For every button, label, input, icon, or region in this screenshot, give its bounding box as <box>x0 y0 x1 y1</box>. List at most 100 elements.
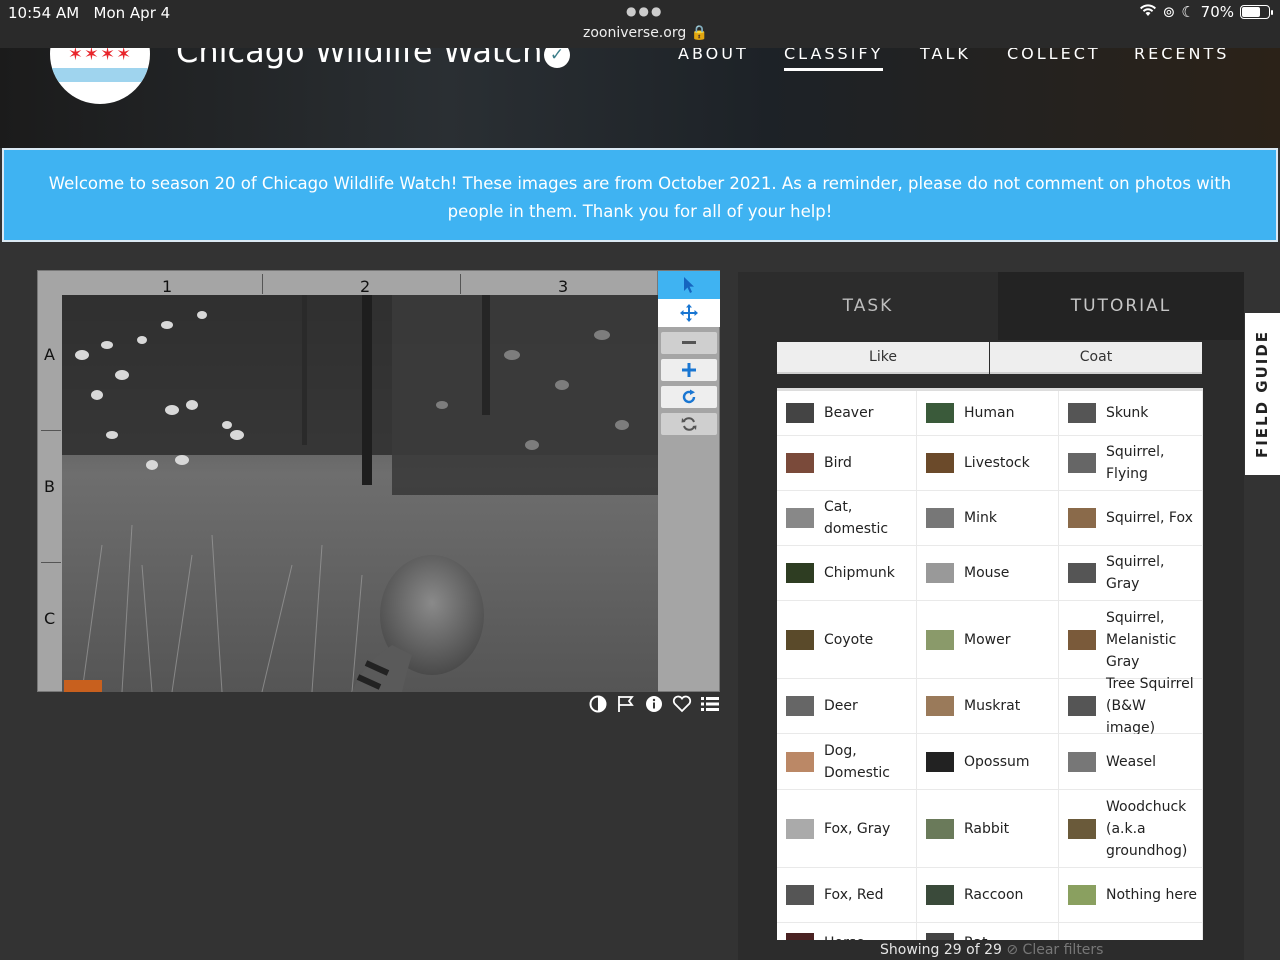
field-guide-tab[interactable]: FIELD GUIDE <box>1245 313 1280 475</box>
nav-classify[interactable]: CLASSIFY <box>784 48 884 71</box>
choice-squirrel-melanistic-gray[interactable]: Squirrel, Melanistic Gray <box>1059 601 1203 679</box>
choice-label: Livestock <box>964 455 1030 471</box>
zoom-out-button[interactable] <box>661 332 717 354</box>
choice-label: Squirrel, Fox <box>1106 510 1193 526</box>
subject-viewer: 1 2 3 A B C <box>37 270 658 692</box>
choice-nothing-here[interactable]: Nothing here <box>1059 868 1203 923</box>
choice-squirrel-fox[interactable]: Squirrel, Fox <box>1059 491 1203 546</box>
collections-icon[interactable] <box>700 694 720 714</box>
choice-thumbnail <box>926 563 954 583</box>
choice-thumbnail <box>926 885 954 905</box>
nav-collect[interactable]: COLLECT <box>1007 48 1101 63</box>
choice-beaver[interactable]: Beaver <box>777 391 917 436</box>
status-bar: 10:54 AM Mon Apr 4 ●●● zooniverse.org 🔒 … <box>0 0 1280 48</box>
choice-thumbnail <box>786 508 814 528</box>
nav-recents[interactable]: RECENTS <box>1134 48 1229 63</box>
choice-thumbnail <box>786 403 814 423</box>
invert-icon[interactable] <box>588 694 608 714</box>
lock-icon: 🔒 <box>690 25 709 41</box>
results-count: Showing 29 of 29 ⊘ Clear filters <box>880 942 1104 958</box>
choice-squirrel-gray[interactable]: Squirrel, Gray <box>1059 546 1203 601</box>
choice-horse[interactable]: Horse <box>777 923 917 940</box>
project-logo[interactable]: ✶✶✶✶ <box>50 48 150 104</box>
filter-coat-button[interactable]: Coat <box>990 342 1202 374</box>
choice-thumbnail <box>1068 403 1096 423</box>
camera-trap-image[interactable] <box>62 295 658 692</box>
choice-label: Cat, domestic <box>824 499 889 537</box>
nav-talk[interactable]: TALK <box>920 48 971 63</box>
choice-fox-gray[interactable]: Fox, Gray <box>777 790 917 868</box>
clear-filters-link[interactable]: ⊘ Clear filters <box>1006 942 1103 958</box>
choice-label: Fox, Gray <box>824 820 891 837</box>
choice-label: Muskrat <box>964 698 1021 714</box>
tab-task[interactable]: TASK <box>738 272 998 340</box>
choice-label: Mower <box>964 631 1011 648</box>
choice-mink[interactable]: Mink <box>917 491 1059 546</box>
zoom-out-icon <box>682 341 696 344</box>
choice-thumbnail <box>926 403 954 423</box>
filter-like-button[interactable]: Like <box>777 342 989 374</box>
choice-squirrel-flying[interactable]: Squirrel, Flying <box>1059 436 1203 491</box>
choice-bird[interactable]: Bird <box>777 436 917 491</box>
battery-percent: 70% <box>1200 3 1234 21</box>
choice-chipmunk[interactable]: Chipmunk <box>777 546 917 601</box>
nav-about[interactable]: ABOUT <box>678 48 749 63</box>
choice-thumbnail <box>1068 629 1096 650</box>
choice-woodchuck-a-k-a-groundhog[interactable]: Woodchuck (a.k.a groundhog) <box>1059 790 1203 868</box>
verified-icon: ✓ <box>544 48 570 68</box>
rotate-button[interactable] <box>661 386 717 408</box>
choice-raccoon[interactable]: Raccoon <box>917 868 1059 923</box>
choice-label: Nothing here <box>1106 887 1198 903</box>
choice-rabbit[interactable]: Rabbit <box>917 790 1059 868</box>
choice-skunk[interactable]: Skunk <box>1059 391 1203 436</box>
move-tool-button[interactable] <box>658 299 720 327</box>
choice-rat[interactable]: Rat <box>917 923 1059 940</box>
zoom-in-button[interactable] <box>661 359 717 381</box>
rotate-icon <box>682 389 696 404</box>
choice-mower[interactable]: Mower <box>917 601 1059 679</box>
choice-thumbnail <box>926 508 954 528</box>
move-icon <box>680 304 698 322</box>
grid-column-label: 2 <box>360 277 371 296</box>
flag-icon[interactable] <box>616 694 636 714</box>
tab-tutorial[interactable]: TUTORIAL <box>998 272 1244 340</box>
wifi-icon <box>1139 3 1157 21</box>
tab-options-icon[interactable]: ●●● <box>626 4 663 18</box>
announcement-banner: Welcome to season 20 of Chicago Wildlife… <box>2 148 1278 242</box>
choice-thumbnail <box>926 818 954 839</box>
choice-thumbnail <box>786 696 814 716</box>
choice-dog-domestic[interactable]: Dog, Domestic <box>777 734 917 790</box>
empty-cell <box>1059 923 1203 940</box>
favorite-icon[interactable] <box>672 694 692 714</box>
choice-muskrat[interactable]: Muskrat <box>917 679 1059 734</box>
choice-tree-squirrel-b-w-image[interactable]: Tree Squirrel (B&W image) <box>1059 676 1203 736</box>
choice-deer[interactable]: Deer <box>777 679 917 734</box>
choice-thumbnail <box>1068 508 1096 528</box>
choice-thumbnail <box>926 751 954 772</box>
choice-label: Beaver <box>824 405 874 421</box>
info-icon[interactable] <box>644 694 664 714</box>
choice-livestock[interactable]: Livestock <box>917 436 1059 491</box>
reset-view-button[interactable] <box>661 413 717 435</box>
address-bar[interactable]: zooniverse.org 🔒 <box>583 25 708 41</box>
choice-opossum[interactable]: Opossum <box>917 734 1059 790</box>
choice-thumbnail <box>1068 563 1096 583</box>
choice-label: Squirrel, Flying <box>1106 444 1165 482</box>
choice-human[interactable]: Human <box>917 391 1059 436</box>
grid-column-label: 3 <box>558 277 569 296</box>
choice-label: Rabbit <box>964 820 1010 837</box>
choice-label: Tree Squirrel (B&W image) <box>1106 676 1194 736</box>
choice-weasel[interactable]: Weasel <box>1059 734 1203 790</box>
grid-row-label: C <box>44 609 56 628</box>
choice-label: Deer <box>824 698 858 714</box>
viewer-toolbar <box>658 270 720 692</box>
choice-thumbnail <box>1068 885 1096 905</box>
project-title[interactable]: Chicago Wildlife Watch <box>176 48 542 70</box>
choice-mouse[interactable]: Mouse <box>917 546 1059 601</box>
choice-cat-domestic[interactable]: Cat, domestic <box>777 491 917 546</box>
subject-meta-toolbar <box>588 694 720 714</box>
choice-coyote[interactable]: Coyote <box>777 601 917 679</box>
choice-thumbnail <box>926 453 954 473</box>
choice-fox-red[interactable]: Fox, Red <box>777 868 917 923</box>
pointer-tool-button[interactable] <box>658 271 720 299</box>
